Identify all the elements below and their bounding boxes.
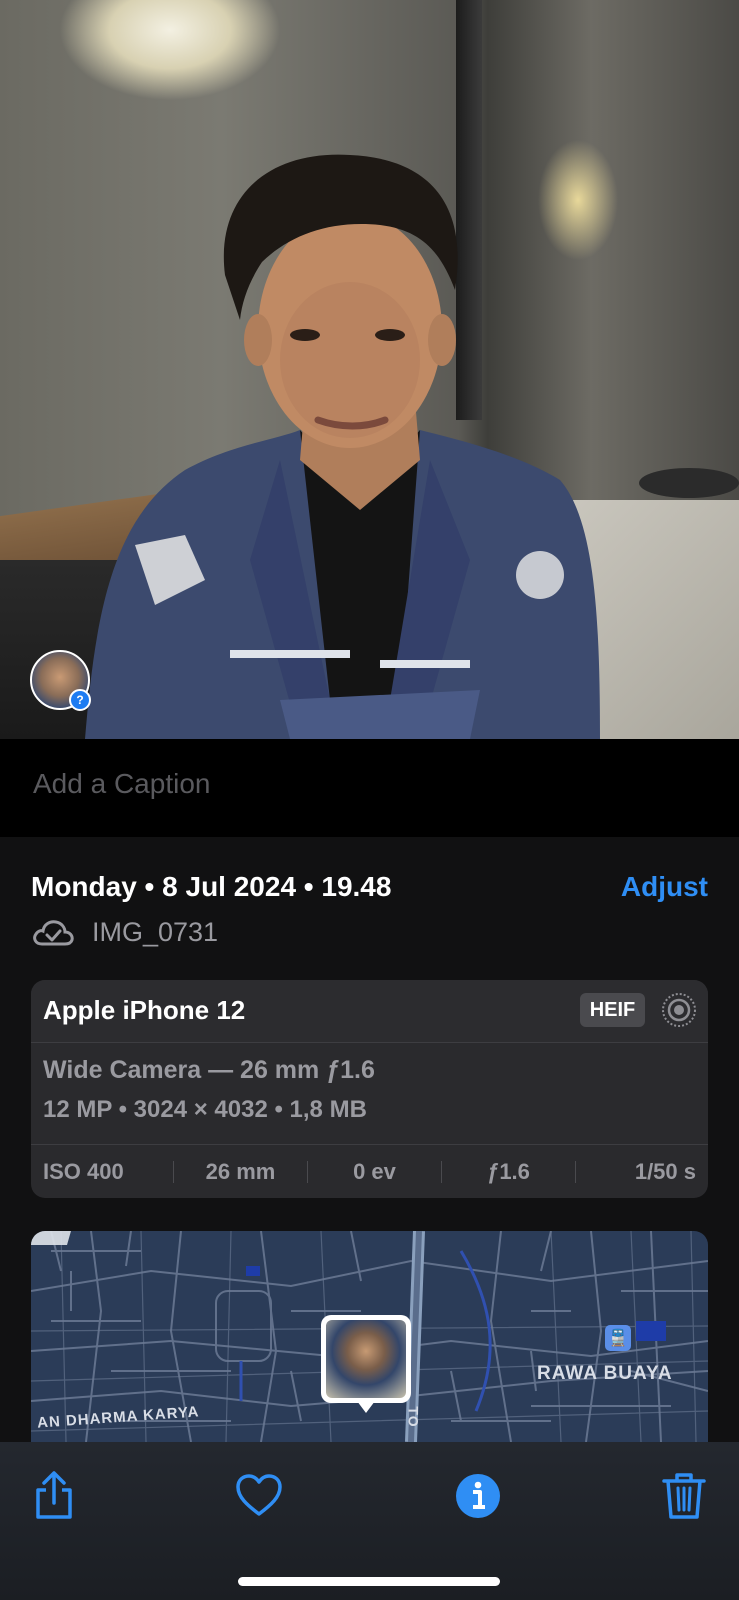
map-label-district: RAWA BUAYA — [537, 1363, 673, 1384]
exif-row: ISO 400 26 mm 0 ev ƒ1.6 1/50 s — [31, 1144, 708, 1198]
photo-viewer[interactable]: ? — [0, 0, 739, 739]
exif-aperture: ƒ1.6 — [442, 1161, 576, 1183]
trash-icon[interactable] — [658, 1470, 710, 1522]
caption-area — [0, 739, 739, 837]
location-pin-pointer — [357, 1401, 375, 1413]
device-name: Apple iPhone 12 — [43, 995, 246, 1025]
info-panel: Monday • 8 Jul 2024 • 19.48 Adjust IMG_0… — [0, 837, 739, 1442]
exif-shutter: 1/50 s — [634, 1159, 696, 1184]
photo-date: Monday • 8 Jul 2024 • 19.48 — [31, 871, 392, 902]
share-icon[interactable] — [28, 1470, 80, 1522]
home-indicator[interactable] — [238, 1577, 500, 1586]
map-label-road: TO — [405, 1406, 422, 1428]
icloud-synced-icon — [33, 920, 74, 946]
info-icon[interactable] — [452, 1470, 504, 1522]
bottom-toolbar — [0, 1442, 739, 1600]
photo-location-pin[interactable] — [321, 1315, 411, 1413]
face-unknown-badge: ? — [69, 689, 91, 711]
heart-icon[interactable] — [233, 1470, 285, 1522]
photo-subject — [85, 154, 600, 739]
format-badge: HEIF — [580, 993, 645, 1027]
location-map[interactable]: 🚆 RAWA BUAYA AN DHARMA KARYA TO — [31, 1231, 708, 1442]
file-name: IMG_0731 — [92, 917, 219, 947]
image-specs: 12 MP • 3024 × 4032 • 1,8 MB — [43, 1096, 367, 1123]
exif-iso: ISO 400 — [31, 1161, 174, 1183]
camera-details-card: Apple iPhone 12 HEIF Wide Camera — 26 mm… — [31, 980, 708, 1198]
camera-card-header: Apple iPhone 12 HEIF — [31, 980, 708, 1043]
exif-exposure: 0 ev — [308, 1161, 442, 1183]
adjust-date-button[interactable]: Adjust — [621, 871, 708, 903]
train-station-icon: 🚆 — [605, 1325, 631, 1351]
lens-info: Wide Camera — 26 mm ƒ1.6 — [43, 1056, 375, 1084]
live-photo-icon — [662, 993, 696, 1027]
location-pin-thumbnail — [326, 1320, 406, 1398]
caption-input[interactable] — [31, 763, 715, 805]
exif-focal-length: 26 mm — [174, 1161, 308, 1183]
